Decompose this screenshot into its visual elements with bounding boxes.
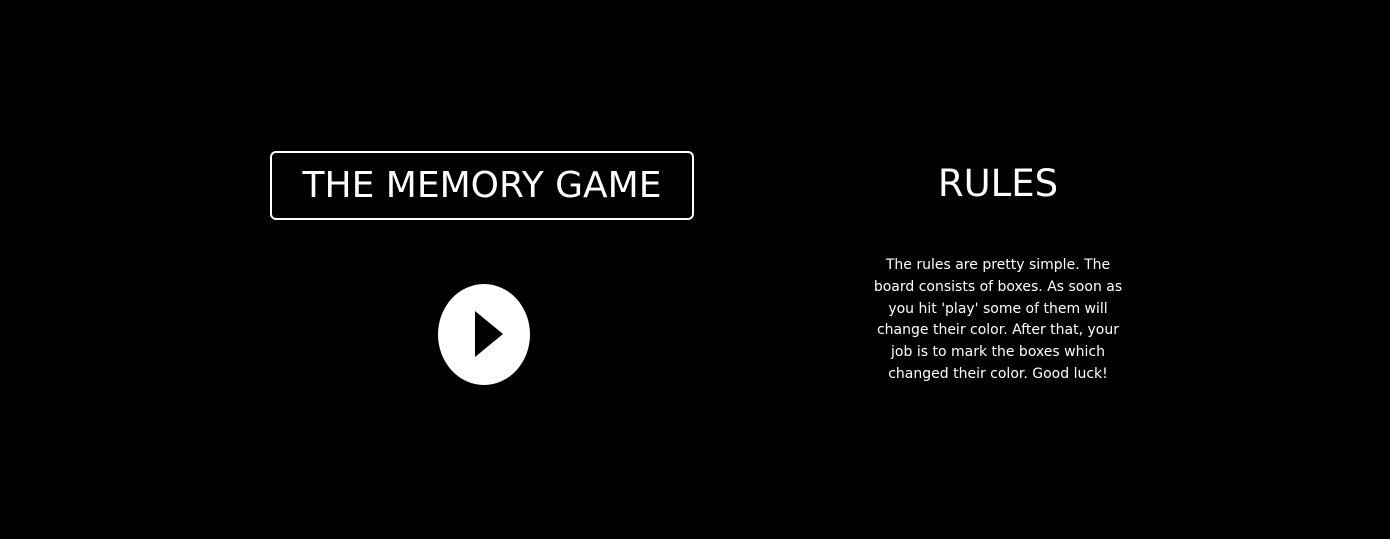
play-button[interactable]	[438, 284, 530, 385]
rules-heading: RULES	[937, 162, 1059, 205]
game-title-box: THE MEMORY GAME	[270, 151, 694, 220]
game-title: THE MEMORY GAME	[302, 164, 662, 206]
play-icon	[475, 311, 503, 357]
rules-text: The rules are pretty simple. The board c…	[873, 257, 1123, 382]
page: THE MEMORY GAME RULES The rules are pret…	[0, 0, 1390, 539]
